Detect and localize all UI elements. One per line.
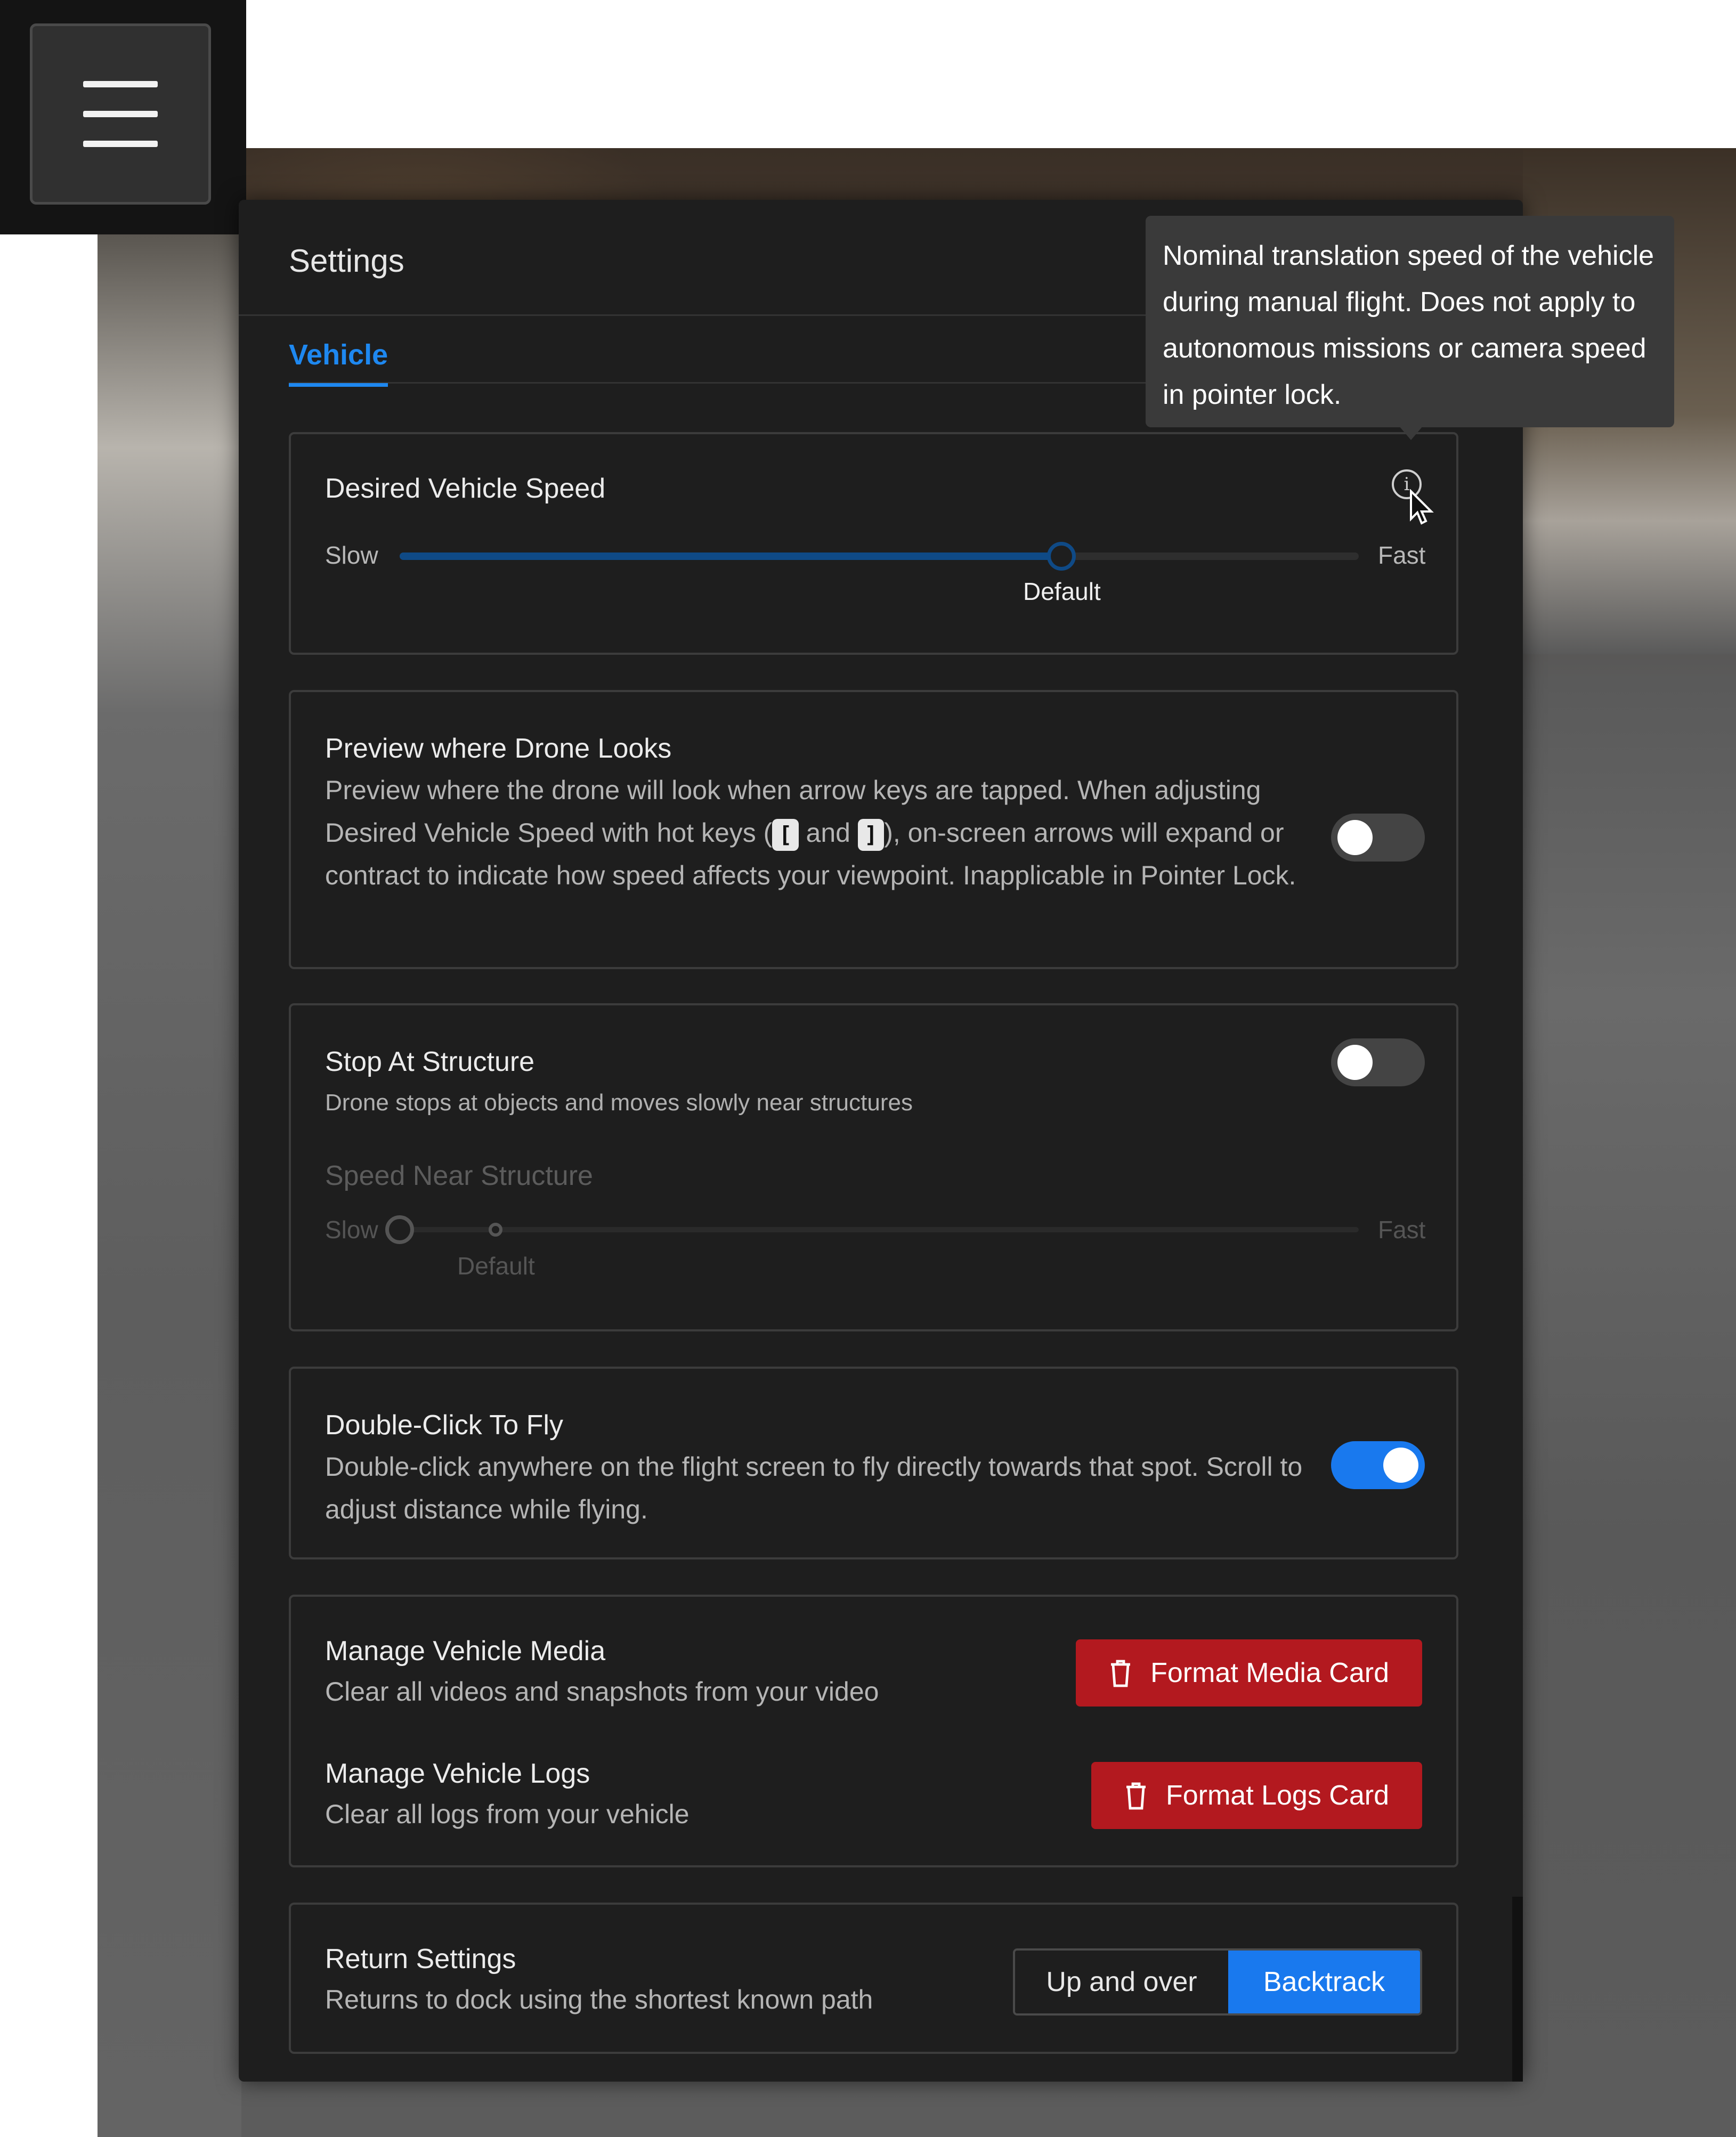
media-description: Clear all videos and snapshots from your…: [325, 1677, 879, 1707]
stop-structure-description: Drone stops at objects and moves slowly …: [325, 1090, 913, 1116]
preview-description: Preview where the drone will look when a…: [325, 769, 1316, 897]
return-settings-card: Return Settings Returns to dock using th…: [289, 1903, 1458, 2054]
speed-title: Desired Vehicle Speed: [325, 473, 606, 504]
preview-toggle[interactable]: [1331, 814, 1425, 862]
stop-structure-card: Stop At Structure Drone stops at objects…: [289, 1003, 1458, 1331]
trash-icon: [1111, 1660, 1131, 1687]
menu-container: [0, 0, 246, 234]
return-title: Return Settings: [325, 1944, 516, 1975]
camera-feed-left-strip: [98, 234, 241, 2137]
speed-near-structure-label: Speed Near Structure: [325, 1160, 593, 1191]
speed-slow-label: Slow: [325, 541, 378, 569]
tab-vehicle[interactable]: Vehicle: [289, 338, 388, 387]
key-close-bracket: ]: [857, 818, 885, 851]
speed-slider-thumb[interactable]: [1047, 542, 1076, 571]
trash-icon: [1126, 1782, 1146, 1810]
option-backtrack[interactable]: Backtrack: [1228, 1951, 1420, 2013]
format-media-label: Format Media Card: [1150, 1657, 1389, 1688]
logs-description: Clear all logs from your vehicle: [325, 1799, 689, 1829]
media-title: Manage Vehicle Media: [325, 1636, 606, 1667]
structure-default-label: Default: [457, 1252, 535, 1280]
speed-card: Desired Vehicle Speed i Slow Fast Defaul…: [289, 432, 1458, 655]
tooltip-arrow: [1399, 426, 1423, 440]
format-logs-label: Format Logs Card: [1165, 1780, 1389, 1811]
preview-title: Preview where Drone Looks: [325, 733, 672, 764]
scrollbar[interactable]: [1512, 1897, 1523, 2082]
structure-slider-thumb: [385, 1215, 414, 1244]
hamburger-icon: [83, 81, 158, 147]
format-logs-button[interactable]: Format Logs Card: [1091, 1762, 1422, 1829]
mouse-cursor-icon: [1410, 489, 1434, 525]
preview-card: Preview where Drone Looks Preview where …: [289, 690, 1458, 969]
structure-fast-label: Fast: [1378, 1216, 1426, 1244]
stop-structure-title: Stop At Structure: [325, 1046, 535, 1077]
speed-slider-fill: [400, 552, 1061, 560]
speed-slider-track[interactable]: [400, 552, 1359, 560]
panel-title: Settings: [289, 243, 404, 279]
structure-default-mark: [489, 1223, 502, 1237]
speed-tooltip: Nominal translation speed of the vehicle…: [1146, 216, 1674, 427]
return-description: Returns to dock using the shortest known…: [325, 1985, 873, 2014]
stop-structure-toggle[interactable]: [1331, 1038, 1425, 1086]
return-mode-selector: Up and over Backtrack: [1013, 1948, 1422, 2016]
logs-title: Manage Vehicle Logs: [325, 1758, 590, 1789]
option-up-and-over[interactable]: Up and over: [1015, 1951, 1228, 2013]
manage-storage-card: Manage Vehicle Media Clear all videos an…: [289, 1595, 1458, 1867]
speed-fast-label: Fast: [1378, 541, 1426, 569]
preview-desc-and: and: [806, 818, 850, 848]
hamburger-menu-button[interactable]: [30, 23, 211, 205]
double-click-card: Double-Click To Fly Double-click anywher…: [289, 1367, 1458, 1559]
double-click-toggle[interactable]: [1331, 1441, 1425, 1489]
structure-slider-track: [400, 1227, 1359, 1232]
key-open-bracket: [: [772, 818, 799, 851]
structure-slow-label: Slow: [325, 1216, 378, 1244]
speed-default-label: Default: [1023, 578, 1101, 605]
format-media-button[interactable]: Format Media Card: [1076, 1639, 1422, 1707]
double-click-title: Double-Click To Fly: [325, 1410, 563, 1441]
settings-panel: Settings Vehicle Desired Vehicle Speed i…: [239, 200, 1523, 2082]
double-click-description: Double-click anywhere on the flight scre…: [325, 1452, 1303, 1524]
